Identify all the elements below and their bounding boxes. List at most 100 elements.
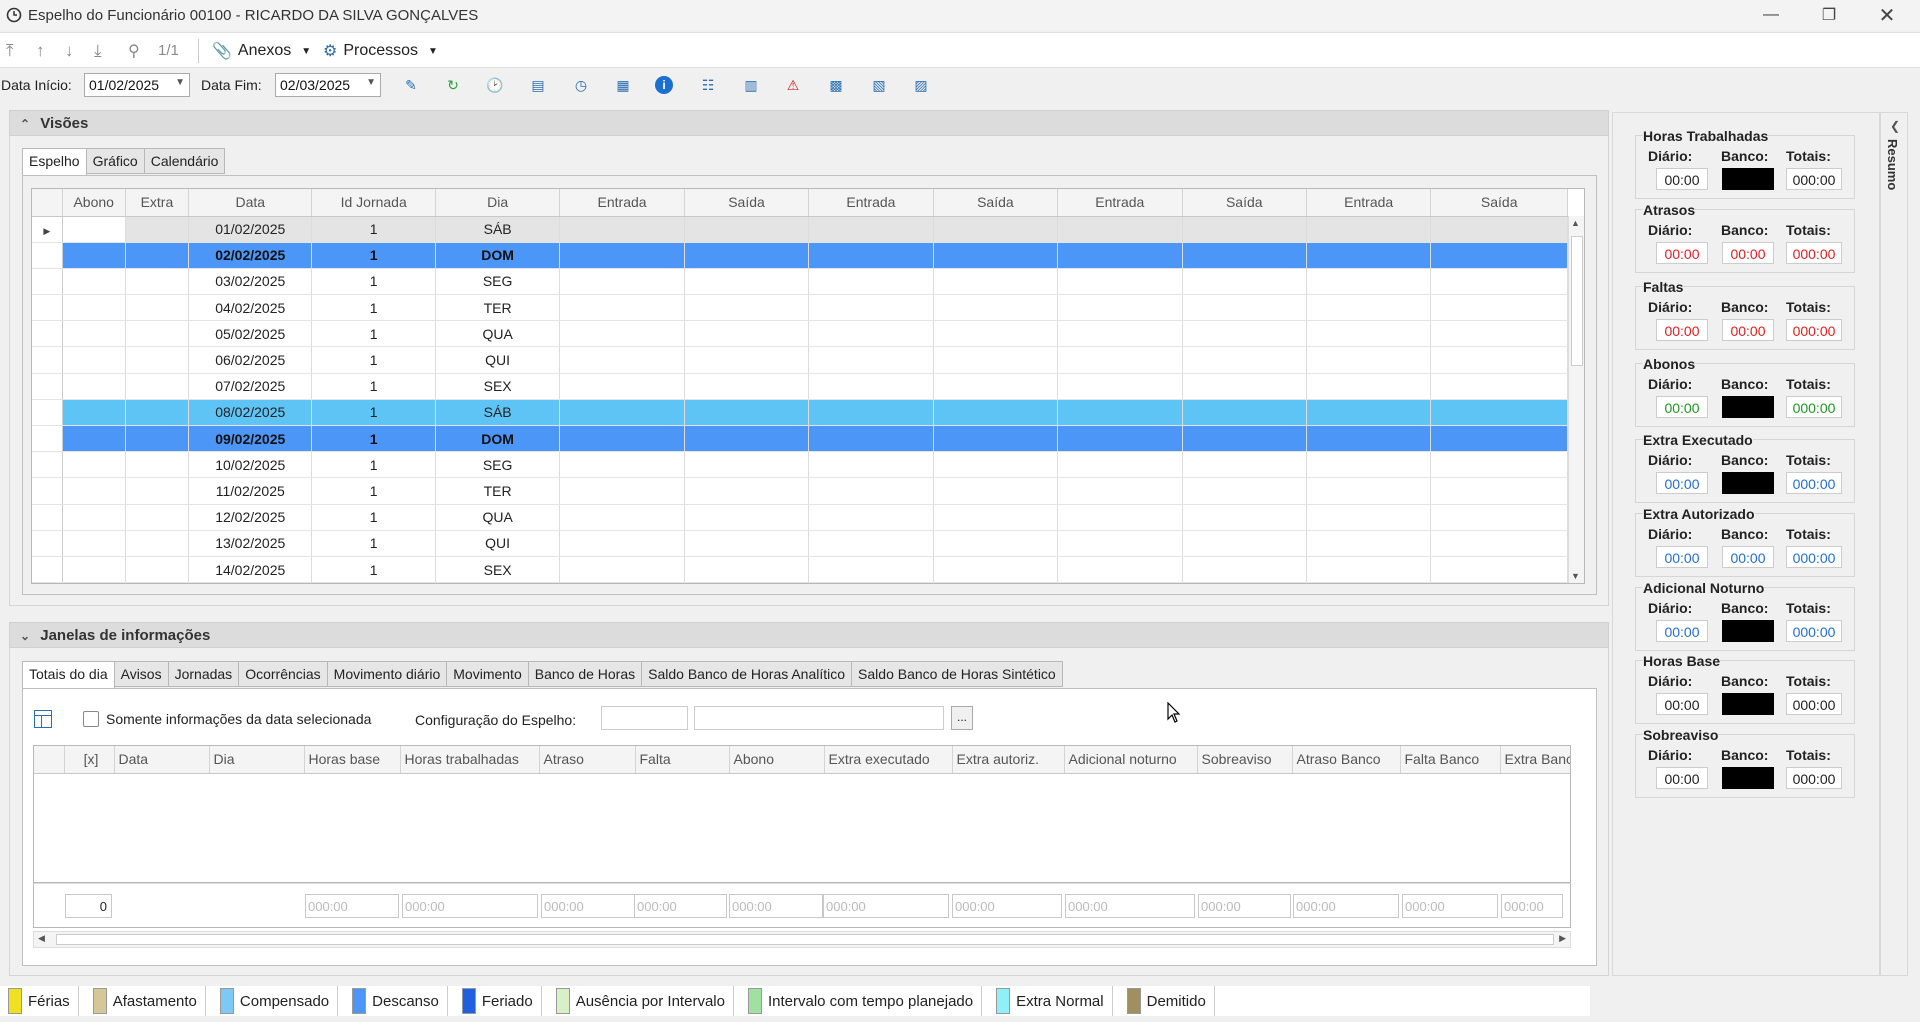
batida-cell[interactable]: [808, 399, 934, 427]
jornada-cell[interactable]: 1: [311, 294, 436, 322]
dia-cell[interactable]: SEG: [435, 451, 561, 479]
scroll-up-icon[interactable]: ▲: [1571, 218, 1580, 228]
column-header[interactable]: Extra: [125, 189, 190, 217]
data-cell[interactable]: 01/02/2025: [188, 216, 313, 243]
column-header[interactable]: Entrada: [559, 189, 685, 217]
extra-cell[interactable]: [125, 242, 190, 269]
batida-cell[interactable]: [1430, 320, 1568, 348]
tab-saldo-sintetico[interactable]: Saldo Banco de Horas Sintético: [851, 661, 1063, 687]
table-row[interactable]: 11/02/2025 1 TER: [32, 477, 1568, 505]
batida-cell[interactable]: [933, 477, 1059, 505]
batida-cell[interactable]: [1057, 242, 1183, 269]
batida-cell[interactable]: [559, 294, 685, 322]
batida-cell[interactable]: [1182, 373, 1307, 400]
tab-espelho[interactable]: Espelho: [22, 148, 87, 176]
table-row[interactable]: ▶ 01/02/2025 1 SÁB: [32, 216, 1568, 243]
batida-cell[interactable]: [1430, 399, 1568, 427]
jornada-cell[interactable]: 1: [311, 504, 436, 531]
first-record-icon[interactable]: ⤒: [6, 41, 14, 61]
batida-cell[interactable]: [1182, 504, 1307, 531]
batida-cell[interactable]: [1306, 556, 1432, 583]
table-row[interactable]: 03/02/2025 1 SEG: [32, 268, 1568, 296]
row-indicator[interactable]: [32, 373, 63, 400]
row-indicator[interactable]: [32, 556, 63, 583]
minimize-icon[interactable]: —: [1742, 0, 1800, 30]
search-icon[interactable]: ⚲: [128, 41, 140, 61]
chevron-left-icon[interactable]: ❮: [1890, 119, 1900, 133]
data-cell[interactable]: 13/02/2025: [188, 530, 313, 557]
batida-cell[interactable]: [559, 242, 685, 269]
table-row[interactable]: 04/02/2025 1 TER: [32, 294, 1568, 322]
batida-cell[interactable]: [808, 556, 934, 583]
abono-cell[interactable]: [62, 294, 126, 322]
batida-cell[interactable]: [684, 320, 810, 348]
data-cell[interactable]: 07/02/2025: [188, 373, 313, 400]
batida-cell[interactable]: [933, 320, 1059, 348]
jornada-cell[interactable]: 1: [311, 399, 436, 427]
dia-cell[interactable]: TER: [435, 477, 561, 505]
batida-cell[interactable]: [684, 294, 810, 322]
dia-cell[interactable]: SÁB: [435, 216, 561, 243]
next-record-icon[interactable]: ↓: [65, 41, 74, 61]
batida-cell[interactable]: [1057, 556, 1183, 583]
edit-icon[interactable]: ✎: [400, 74, 422, 96]
batida-cell[interactable]: [808, 242, 934, 269]
extra-cell[interactable]: [125, 216, 190, 243]
restore-icon[interactable]: ❐: [1800, 0, 1858, 30]
batida-cell[interactable]: [1182, 242, 1307, 269]
batida-cell[interactable]: [808, 346, 934, 374]
last-record-icon[interactable]: ⤓: [94, 41, 102, 61]
batida-cell[interactable]: [1306, 373, 1432, 400]
data-cell[interactable]: 14/02/2025: [188, 556, 313, 583]
tab-grafico[interactable]: Gráfico: [85, 148, 145, 174]
batida-cell[interactable]: [1057, 373, 1183, 400]
abono-cell[interactable]: [62, 346, 126, 374]
row-indicator[interactable]: ▶: [32, 216, 63, 243]
column-header[interactable]: Dia: [435, 189, 561, 217]
table-row[interactable]: 06/02/2025 1 QUI: [32, 346, 1568, 374]
batida-cell[interactable]: [1306, 268, 1432, 296]
batida-cell[interactable]: [684, 556, 810, 583]
export-icon[interactable]: ▨: [910, 74, 932, 96]
batida-cell[interactable]: [684, 451, 810, 479]
batida-cell[interactable]: [1306, 504, 1432, 531]
batida-cell[interactable]: [933, 242, 1059, 269]
extra-cell[interactable]: [125, 399, 190, 427]
column-header[interactable]: Abono: [62, 189, 126, 217]
column-header[interactable]: Sobreaviso: [1197, 746, 1293, 774]
document-settings-icon[interactable]: ▦: [612, 74, 634, 96]
batida-cell[interactable]: [684, 425, 810, 453]
batida-cell[interactable]: [1306, 320, 1432, 348]
jornada-cell[interactable]: 1: [311, 477, 436, 505]
table-row[interactable]: 14/02/2025 1 SEX: [32, 556, 1568, 583]
refresh-icon[interactable]: ↻: [442, 74, 464, 96]
batida-cell[interactable]: [1430, 477, 1568, 505]
employee-card-icon[interactable]: ☷: [697, 74, 719, 96]
row-indicator[interactable]: [32, 346, 63, 374]
column-header[interactable]: Falta: [635, 746, 730, 774]
jornada-cell[interactable]: 1: [311, 320, 436, 348]
batida-cell[interactable]: [1430, 268, 1568, 296]
column-header[interactable]: Saída: [684, 189, 810, 217]
row-indicator[interactable]: [32, 242, 63, 269]
column-chooser-icon[interactable]: [34, 710, 52, 728]
batida-cell[interactable]: [559, 346, 685, 374]
row-indicator[interactable]: [32, 268, 63, 296]
extra-cell[interactable]: [125, 425, 190, 453]
data-cell[interactable]: 06/02/2025: [188, 346, 313, 374]
data-fim-field[interactable]: 02/03/2025 ▼: [275, 73, 381, 97]
somente-data-checkbox[interactable]: [83, 711, 99, 727]
batida-cell[interactable]: [684, 242, 810, 269]
abono-cell[interactable]: [62, 320, 126, 348]
batida-cell[interactable]: [1306, 346, 1432, 374]
tab-avisos[interactable]: Avisos: [113, 661, 169, 687]
batida-cell[interactable]: [808, 530, 934, 557]
clock-icon[interactable]: ◷: [570, 74, 592, 96]
processos-menu[interactable]: ⚙ Processos ▼: [323, 41, 438, 61]
extra-cell[interactable]: [125, 320, 190, 348]
resumo-side-tab[interactable]: ❮ Resumo: [1880, 112, 1908, 976]
abono-cell[interactable]: [62, 399, 126, 427]
batida-cell[interactable]: [1182, 268, 1307, 296]
data-cell[interactable]: 08/02/2025: [188, 399, 313, 427]
column-header[interactable]: [x]: [64, 746, 115, 774]
